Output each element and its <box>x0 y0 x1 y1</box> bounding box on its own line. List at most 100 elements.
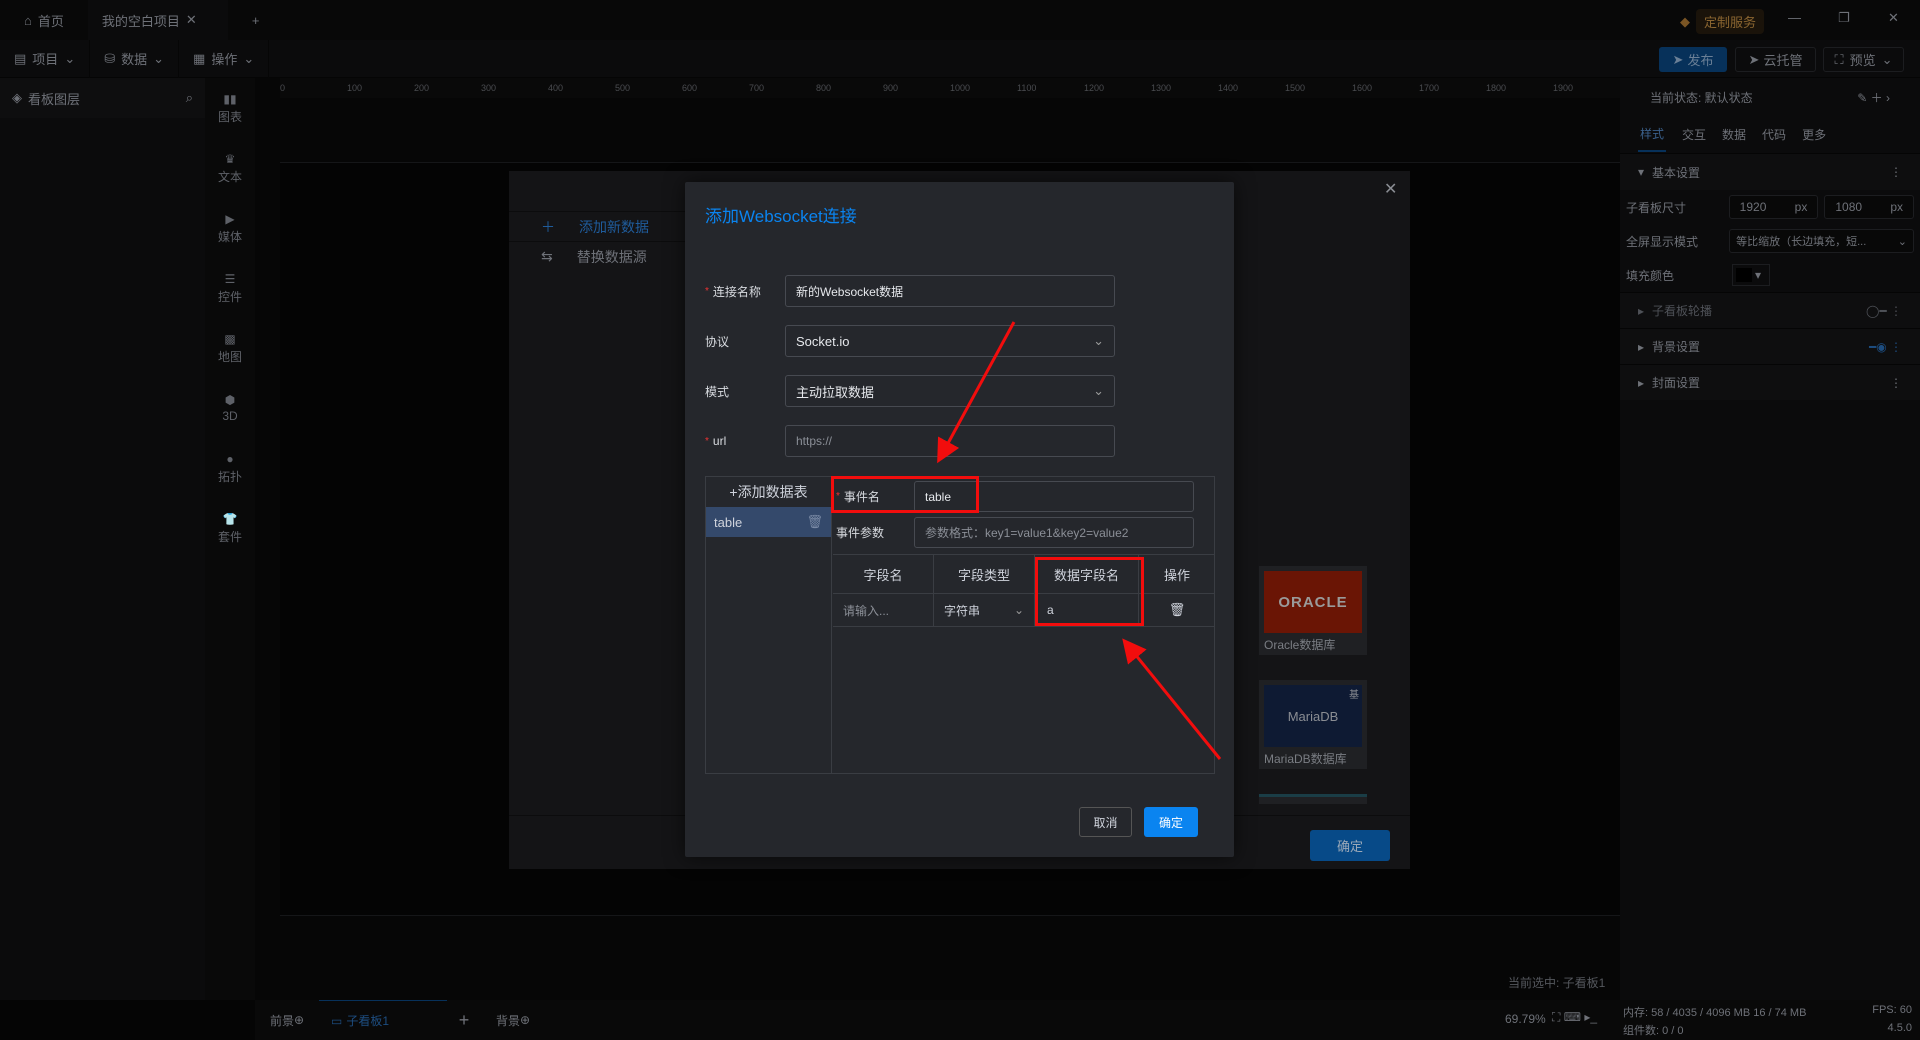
delete-row-button[interactable]: 🗑 <box>1139 602 1215 618</box>
ruler-tick: 700 <box>749 83 765 93</box>
ruler-tick: 1700 <box>1419 83 1440 93</box>
tab-interact[interactable]: 交互 <box>1682 126 1706 143</box>
home-icon: ⌂ <box>24 12 32 28</box>
section-carousel[interactable]: ▸ 子看板轮播 ◯━ ⋮ <box>1620 292 1920 328</box>
ruler-tick: 1800 <box>1486 83 1507 93</box>
topology-icon: ● <box>226 451 234 466</box>
field-table: 字段名 字段类型 数据字段名 操作 请输入... 字符串 ⌄ a 🗑 <box>833 554 1215 773</box>
replace-source-item[interactable]: ⇆ 替换数据源 <box>509 241 709 271</box>
component-chart[interactable]: ▮▮ 图表 <box>205 78 255 138</box>
event-params-input[interactable]: 参数格式：key1=value1&key2=value2 <box>914 517 1194 548</box>
add-table-button[interactable]: +添加数据表 <box>706 477 831 507</box>
tab-code[interactable]: 代码 <box>1762 126 1786 143</box>
horizontal-ruler: 0 100 200 300 400 500 600 700 800 900 1000 1100 1200… <box>280 78 1620 98</box>
tab-style[interactable]: 样式 <box>1638 117 1667 152</box>
component-control[interactable]: ☰ 控件 <box>205 258 255 318</box>
table-item[interactable]: table 🗑 <box>706 507 831 537</box>
cube-icon: ⬢ <box>224 393 236 407</box>
section-background[interactable]: ▸ 背景设置 ━◉ ⋮ <box>1620 328 1920 364</box>
bg-ok-button[interactable]: 确定 <box>1310 830 1390 861</box>
height-input[interactable]: 1080 px <box>1824 195 1915 219</box>
trash-icon[interactable]: 🗑 <box>806 514 823 530</box>
component-kit[interactable]: 👕 套件 <box>205 498 255 558</box>
mode-select[interactable]: 主动拉取数据 ⌄ <box>785 375 1115 407</box>
list-icon: ☰ <box>224 271 236 286</box>
add-board-button[interactable]: + <box>447 1000 481 1040</box>
url-input[interactable]: https:// <box>785 425 1115 457</box>
camera-icon: ▶ <box>225 211 235 226</box>
event-name-input[interactable]: table <box>914 481 1194 512</box>
diamond-icon: ◆ <box>1680 13 1690 29</box>
oracle-logo: ORACLE <box>1264 571 1362 633</box>
column-header: 数据字段名 <box>1035 555 1139 593</box>
menu-data[interactable]: ⛁ 数据 ⌄ <box>90 39 180 78</box>
toolbar: ▤ 项目 ⌄ ⛁ 数据 ⌄ ▦ 操作 ⌄ ➤ 发布 ➤ 云托管 ⛶ 预览 ⌄ <box>0 39 1920 78</box>
card-mariadb[interactable]: MariaDB 基 MariaDB数据库 <box>1259 680 1367 769</box>
component-text[interactable]: ♛ 文本 <box>205 138 255 198</box>
ruler-tick: 800 <box>816 83 832 93</box>
properties-panel: 当前状态: 默认状态 ✎ ＋ › 样式 交互 数据 代码 更多 ▾ 基本设置 ⋮ 子… <box>1620 78 1920 1000</box>
publish-button[interactable]: ➤ 发布 <box>1659 47 1727 72</box>
ruler-tick: 200 <box>414 83 430 93</box>
ruler-tick: 1000 <box>950 83 971 93</box>
memory-status: 内存: 58 / 4035 / 4096 MB 16 / 74 MB <box>1623 1007 1807 1019</box>
protocol-select[interactable]: Socket.io ⌄ <box>785 325 1115 357</box>
data-field-input[interactable]: a <box>1035 594 1139 626</box>
close-window-button[interactable]: ✕ <box>1888 10 1899 26</box>
fullscreen-select[interactable]: 等比缩放（长边填充，短... ⌄ <box>1729 229 1914 253</box>
edit-icon[interactable]: ✎ ＋ › <box>1857 89 1890 106</box>
fit-icon[interactable]: ⛶ ⌨ ▸_ <box>1552 1010 1597 1025</box>
close-icon[interactable]: ✕ <box>1384 179 1397 199</box>
close-icon[interactable]: ✕ <box>186 12 197 28</box>
tab-board[interactable]: ▭ 子看板1 <box>319 1000 447 1040</box>
add-data-item[interactable]: ＋添加新数据 <box>509 211 709 241</box>
menu-project[interactable]: ▤ 项目 ⌄ <box>0 39 91 78</box>
component-map[interactable]: ▩ 地图 <box>205 318 255 378</box>
field-type-select[interactable]: 字符串 ⌄ <box>934 594 1035 626</box>
carousel-toggle[interactable]: ◯━ ⋮ <box>1866 304 1902 318</box>
column-header: 字段类型 <box>934 555 1035 593</box>
map-icon: ▩ <box>224 331 236 346</box>
table-list: +添加数据表 table 🗑 <box>706 477 832 773</box>
component-topology[interactable]: ● 拓扑 <box>205 438 255 498</box>
component-media[interactable]: ▶ 媒体 <box>205 198 255 258</box>
search-icon[interactable]: ⌕ <box>186 90 193 106</box>
width-input[interactable]: 1920 px <box>1728 195 1819 219</box>
tab-more[interactable]: 更多 <box>1802 126 1826 143</box>
maximize-button[interactable]: ❐ <box>1838 10 1850 26</box>
tab-project[interactable]: 我的空白项目 ✕ <box>87 0 228 40</box>
tab-home[interactable]: ⌂ 首页 <box>0 0 88 40</box>
zoom-level[interactable]: 69.79% <box>1505 1012 1546 1026</box>
new-tab-button[interactable]: + <box>228 0 284 40</box>
grid-icon: ▦ <box>193 50 206 66</box>
layers-icon: ◈ <box>12 90 22 105</box>
tab-front[interactable]: 前景 ⊕ <box>255 1000 319 1040</box>
background-toggle[interactable]: ━◉ ⋮ <box>1869 340 1902 354</box>
state-label: 当前状态: 默认状态 <box>1650 90 1753 105</box>
preview-button[interactable]: ⛶ 预览 ⌄ <box>1823 47 1904 72</box>
card-oracle[interactable]: ORACLE Oracle数据库 <box>1259 566 1367 655</box>
shirt-icon: 👕 <box>222 511 238 526</box>
field-name-input[interactable]: 请输入... <box>833 594 934 626</box>
custom-service[interactable]: ◆ 定制服务 <box>1680 9 1765 34</box>
column-header: 操作 <box>1163 567 1190 583</box>
connection-name-input[interactable]: 新的Websocket数据 <box>785 275 1115 307</box>
tab-data[interactable]: 数据 <box>1722 126 1746 143</box>
tab-back[interactable]: 背景 ⊕ <box>481 1000 545 1040</box>
ok-button[interactable]: 确定 <box>1144 807 1198 837</box>
section-basic[interactable]: ▾ 基本设置 ⋮ <box>1620 154 1920 190</box>
fill-color-picker[interactable]: ▾ <box>1732 264 1770 286</box>
cloud-button[interactable]: ➤ 云托管 <box>1735 47 1816 72</box>
cancel-button[interactable]: 取消 <box>1079 807 1132 837</box>
minimize-button[interactable]: — <box>1788 10 1801 25</box>
dialog-title: 添加Websocket连接 <box>705 207 857 226</box>
component-bar: ▮▮ 图表 ♛ 文本 ▶ 媒体 ☰ 控件 ▩ 地图 ⬢ 3D ● 拓扑 👕 套件 <box>205 78 255 1000</box>
section-cover[interactable]: ▸ 封面设置 ⋮ <box>1620 364 1920 400</box>
menu-operate[interactable]: ▦ 操作 ⌄ <box>179 39 270 78</box>
layers-panel: ◈ 看板图层 ⌕ <box>0 78 205 1000</box>
card-partial[interactable] <box>1259 794 1367 804</box>
component-3d[interactable]: ⬢ 3D <box>205 378 255 438</box>
ruler-tick: 0 <box>280 83 286 93</box>
mariadb-logo: MariaDB 基 <box>1264 685 1362 747</box>
send-icon: ➤ <box>1748 51 1760 67</box>
